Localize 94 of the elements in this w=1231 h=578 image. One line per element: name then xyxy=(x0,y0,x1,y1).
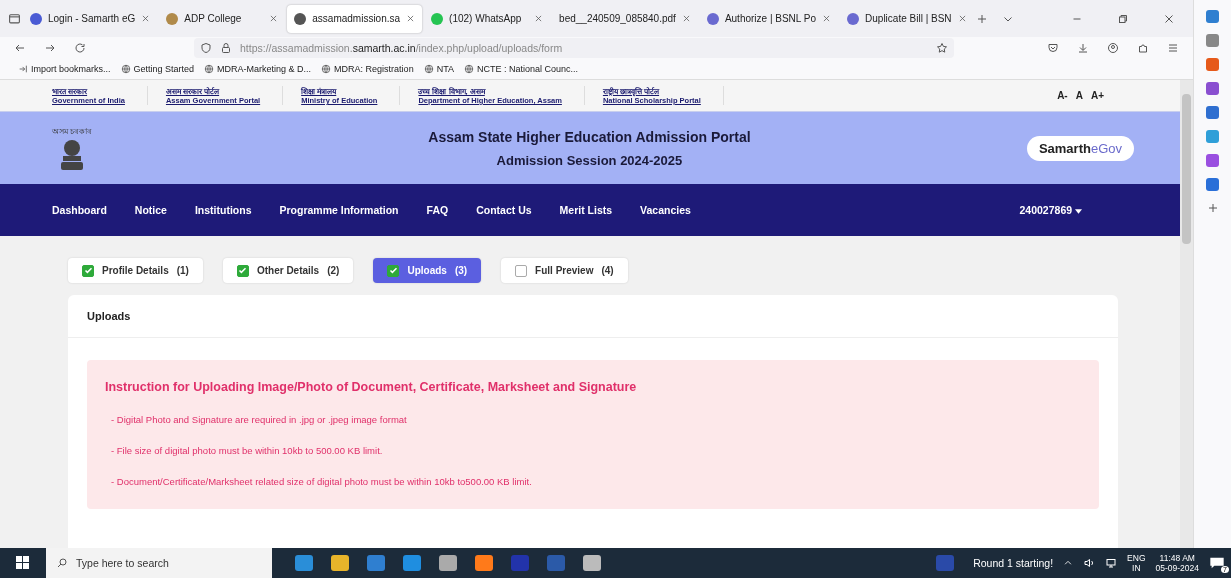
tab-list-icon[interactable] xyxy=(8,12,21,25)
lock-icon[interactable] xyxy=(220,42,232,54)
sidebar-app-icon[interactable] xyxy=(1206,154,1219,167)
sidebar-app-icon[interactable] xyxy=(1206,58,1219,71)
form-tab[interactable]: Other Details (2) xyxy=(222,258,354,283)
instruction-title: Instruction for Uploading Image/Photo of Document, Certificate, Marksheet and Signature xyxy=(105,380,638,394)
form-tab[interactable]: Full Preview (4) xyxy=(501,258,628,283)
nav-link[interactable]: Dashboard xyxy=(52,204,107,216)
instruction-text: - Document/Certificate/Marksheet related size of digital photo must be within 10kb to500.00 KB limit. xyxy=(110,476,533,487)
nav-link[interactable]: Contact Us xyxy=(476,204,532,216)
bookmark-item[interactable]: MDRA-Marketing & D... xyxy=(204,64,312,74)
sidebar-app-icon[interactable] xyxy=(1206,130,1219,143)
notification-icon[interactable] xyxy=(1209,556,1225,570)
close-icon[interactable] xyxy=(406,14,416,23)
browser-tab[interactable]: Login - Samarth eG xyxy=(23,4,158,33)
clock[interactable]: 11:48 AM 05-09-2024 xyxy=(1155,552,1199,574)
sidebar-app-icon[interactable] xyxy=(1206,106,1219,119)
nav-link[interactable]: Programme Information xyxy=(279,204,399,216)
user-menu[interactable]: 240027869 xyxy=(1019,204,1082,216)
back-icon[interactable] xyxy=(14,42,26,54)
scrollbar[interactable] xyxy=(1180,80,1193,548)
sidebar-app-icon[interactable] xyxy=(1206,178,1219,191)
close-icon[interactable] xyxy=(269,14,279,23)
form-tab[interactable]: Profile Details (1) xyxy=(68,258,203,283)
browser-tab[interactable]: Duplicate Bill | BSN xyxy=(840,4,974,33)
nav-link[interactable]: Merit Lists xyxy=(559,204,613,216)
taskbar-app-icon[interactable] xyxy=(475,555,493,571)
taskbar-app-icon[interactable] xyxy=(439,555,457,571)
sidebar-app-icon[interactable] xyxy=(1206,82,1219,95)
language-indicator[interactable]: ENG IN xyxy=(1127,552,1146,574)
globe-icon[interactable] xyxy=(321,64,332,74)
account-icon[interactable] xyxy=(1107,42,1119,54)
close-icon[interactable] xyxy=(822,14,832,23)
browser-tab[interactable]: assamadmission.sa xyxy=(287,4,423,33)
notification-text: Round 1 starting! xyxy=(973,557,1054,569)
shield-icon[interactable] xyxy=(200,42,212,54)
taskbar-app-icon[interactable] xyxy=(583,555,601,571)
globe-icon[interactable] xyxy=(464,64,474,74)
browser-tab[interactable]: Authorize | BSNL Po xyxy=(699,4,839,33)
sidebar-app-icon[interactable] xyxy=(1206,34,1219,47)
nav-link[interactable]: Vacancies xyxy=(640,204,691,216)
import-icon[interactable] xyxy=(18,64,28,74)
emblem-icon xyxy=(59,137,85,172)
font-size-button[interactable]: A- xyxy=(1057,90,1068,101)
card-title: Uploads xyxy=(68,295,1118,338)
form-tab[interactable]: Uploads (3) xyxy=(373,258,482,283)
emblem-caption: অসম চৰকাৰ xyxy=(51,125,93,138)
close-icon[interactable] xyxy=(534,14,544,23)
close-icon[interactable] xyxy=(1163,12,1175,25)
bookmark-item[interactable]: MDRA: Registration xyxy=(321,64,414,74)
bookmark-item[interactable]: NCTE : National Counc... xyxy=(464,64,579,74)
globe-icon[interactable] xyxy=(204,64,215,74)
extensions-icon[interactable] xyxy=(1137,42,1149,54)
font-size-button[interactable]: A xyxy=(1075,90,1083,101)
network-icon[interactable] xyxy=(1105,557,1118,569)
address-bar[interactable]: https://assamadmission.samarth.ac.in/index.php/upload/uploads/form xyxy=(194,38,954,58)
instruction-text: - File size of digital photo must be within 10kb to 500.00 KB limit. xyxy=(110,445,384,456)
restore-icon[interactable] xyxy=(1117,12,1129,25)
plus-icon[interactable] xyxy=(975,12,988,25)
speaker-icon[interactable] xyxy=(1083,557,1096,569)
pocket-icon[interactable] xyxy=(1047,42,1059,54)
app-icon[interactable] xyxy=(936,555,955,571)
browser-tab[interactable]: ADP College xyxy=(159,4,286,33)
taskbar-app-icon[interactable] xyxy=(331,555,349,571)
nav-link[interactable]: Notice xyxy=(134,204,167,216)
globe-icon[interactable] xyxy=(423,64,434,74)
close-icon[interactable] xyxy=(957,14,967,23)
forward-icon[interactable] xyxy=(44,42,56,54)
chevron-up-icon[interactable] xyxy=(1063,558,1074,568)
menu-icon[interactable] xyxy=(1167,42,1179,54)
nav-link[interactable]: Institutions xyxy=(194,204,252,216)
instruction-text: - Digital Photo and Signature are required in .jpg or .jpeg image format xyxy=(110,414,408,425)
bookmark-item[interactable]: Import bookmarks... xyxy=(18,64,111,74)
caret-icon xyxy=(1075,209,1082,214)
search-field[interactable]: Type here to search xyxy=(46,548,272,578)
session-subtitle: Admission Session 2024-2025 xyxy=(496,152,683,168)
bookmark-item[interactable]: NTA xyxy=(423,64,454,74)
plus-icon[interactable] xyxy=(1206,202,1219,214)
close-icon[interactable] xyxy=(141,14,151,23)
bookmark-item[interactable]: Getting Started xyxy=(120,64,195,74)
reload-icon[interactable] xyxy=(74,42,86,54)
font-size-button[interactable]: A+ xyxy=(1090,90,1104,101)
nav-link[interactable]: FAQ xyxy=(426,204,449,216)
browser-tab[interactable]: (102) WhatsApp xyxy=(424,4,551,33)
star-icon[interactable] xyxy=(936,42,948,54)
sidebar-app-icon[interactable] xyxy=(1206,10,1219,23)
brand-logo[interactable]: SamartheGov xyxy=(1026,135,1134,161)
search-icon[interactable] xyxy=(56,557,68,569)
portal-title: Assam State Higher Education Admission Portal xyxy=(428,128,751,145)
globe-icon[interactable] xyxy=(120,64,131,74)
close-icon[interactable] xyxy=(681,14,691,23)
browser-tab[interactable]: bed__240509_085840.pdf xyxy=(552,4,698,33)
download-icon[interactable] xyxy=(1077,42,1089,54)
windows-icon[interactable] xyxy=(16,556,30,570)
